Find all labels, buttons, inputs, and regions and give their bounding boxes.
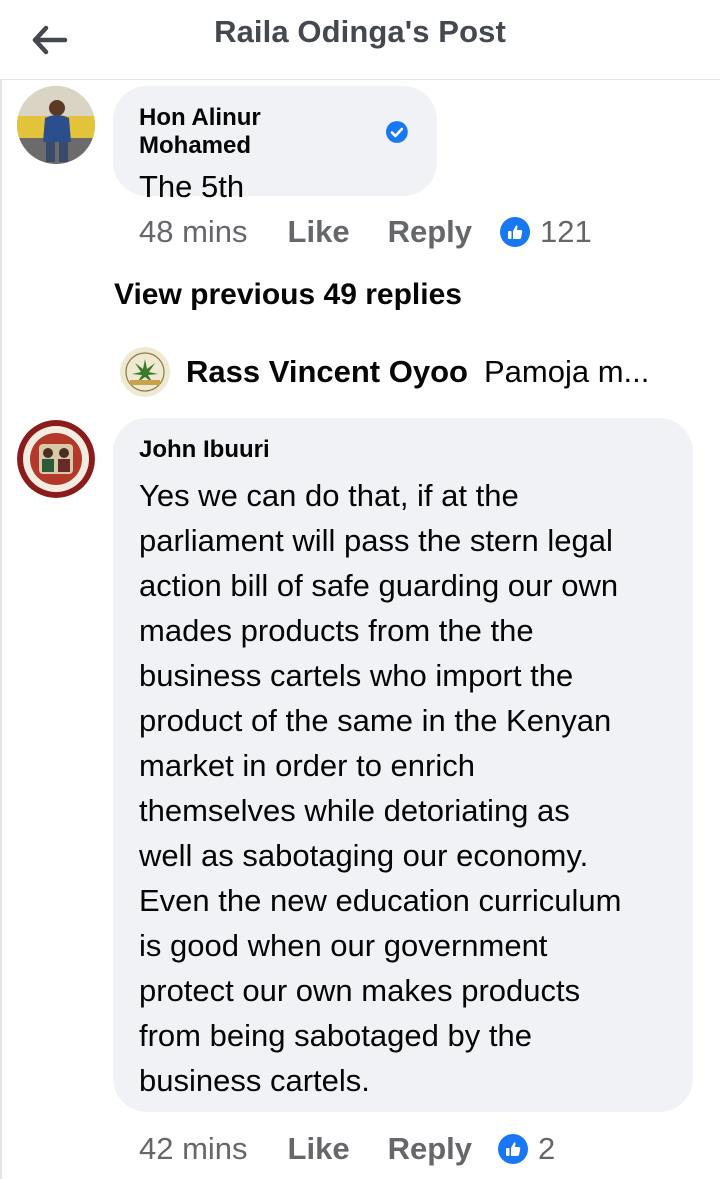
comment-author[interactable]: Hon Alinur Mohamed — [139, 104, 409, 160]
comment-line: product of the same in the Kenyan — [139, 703, 612, 738]
reply-snippet: Pamoja m... — [483, 354, 650, 389]
comment-line: business cartels. — [139, 1063, 370, 1098]
reaction-number: 121 — [540, 214, 592, 249]
view-previous-replies[interactable]: View previous 49 replies — [114, 278, 462, 312]
comment-bubble[interactable]: Hon Alinur Mohamed The 5th — [113, 86, 437, 204]
verified-badge-icon — [386, 121, 409, 143]
thumbs-up-icon — [498, 1134, 528, 1164]
comment-line: well as sabotaging our economy. — [139, 838, 589, 873]
comment-line: business cartels who import the — [139, 658, 574, 693]
comment-line: parliament will pass the stern legal — [139, 523, 613, 558]
comment-line: Even the new education curriculum — [139, 883, 622, 918]
author-name[interactable]: John Ibuuri — [139, 436, 270, 464]
thumbs-up-icon — [500, 217, 530, 247]
comment-line: mades products from the the — [139, 613, 534, 648]
page-title: Raila Odinga's Post — [214, 14, 506, 49]
comments-page: Raila Odinga's Post Hon Alinur Mohamed T… — [0, 0, 720, 1179]
reply-avatar[interactable] — [120, 347, 170, 397]
comment-line: action bill of safe guarding our own — [139, 568, 619, 603]
comment-line: Yes we can do that, if at the — [139, 478, 519, 513]
avatar[interactable] — [17, 420, 95, 498]
comment-line: market in order to enrich — [139, 748, 475, 783]
reaction-count[interactable]: 2 — [498, 1131, 555, 1167]
comment-line: protect our own makes products — [139, 973, 581, 1008]
reply-button[interactable]: Reply — [388, 214, 472, 250]
reaction-count[interactable]: 121 — [500, 214, 592, 250]
avatar[interactable] — [17, 86, 95, 164]
comment-text: The 5th — [139, 169, 245, 204]
comment-meta: 42 mins Like Reply 2 — [139, 1127, 555, 1171]
comment-line: from being sabotaged by the — [139, 1018, 532, 1053]
like-button[interactable]: Like — [288, 1131, 350, 1167]
top-bar: Raila Odinga's Post — [0, 0, 720, 80]
like-button[interactable]: Like — [288, 214, 350, 250]
comment-bubble[interactable]: John Ibuuri Yes we can do that, if at th… — [113, 418, 693, 1112]
comment-time[interactable]: 42 mins — [139, 1131, 248, 1167]
left-divider — [0, 0, 2, 1179]
comment-time[interactable]: 48 mins — [139, 214, 248, 250]
reply-preview[interactable]: Rass Vincent Oyoo Pamoja m... — [120, 346, 649, 398]
reply-author[interactable]: Rass Vincent Oyoo — [186, 354, 468, 390]
comment-line: is good when our government — [139, 928, 548, 963]
comment-author[interactable]: John Ibuuri — [139, 436, 667, 464]
comment-line: themselves while detoriating as — [139, 793, 570, 828]
comment-text: Yes we can do that, if at the parliament… — [139, 473, 667, 1103]
author-name[interactable]: Hon Alinur Mohamed — [139, 104, 377, 160]
reaction-number: 2 — [538, 1131, 556, 1166]
comment-meta: 48 mins Like Reply 121 — [139, 210, 592, 254]
reply-button[interactable]: Reply — [388, 1131, 472, 1167]
